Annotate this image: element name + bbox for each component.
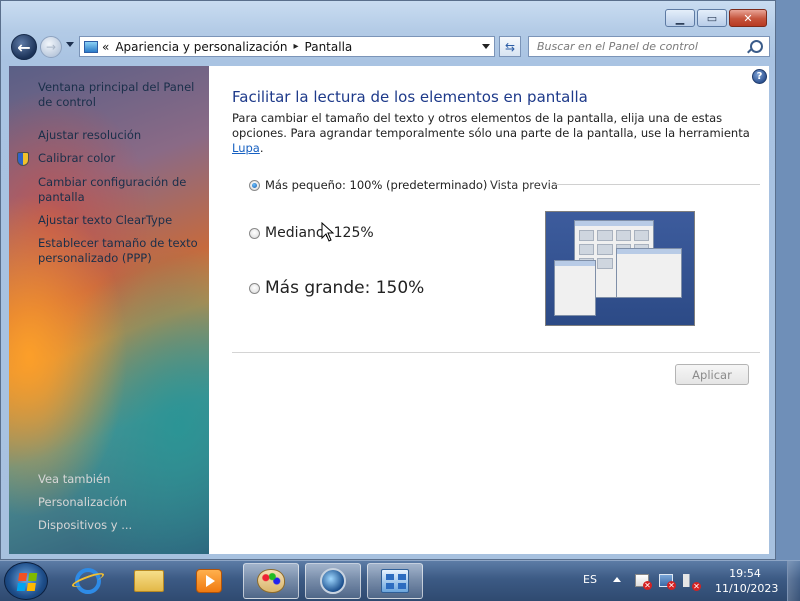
navigation-bar: ← → « Apariencia y personalización ▸ Pan… xyxy=(9,33,770,61)
search-placeholder: Buscar en el Panel de control xyxy=(537,40,698,53)
radio-medium[interactable] xyxy=(249,227,260,239)
breadcrumb-overflow[interactable]: « xyxy=(102,40,109,54)
radio-large[interactable] xyxy=(249,282,260,294)
address-bar[interactable]: « Apariencia y personalización ▸ Pantall… xyxy=(79,36,495,57)
option-large-label[interactable]: Más grande: 150% xyxy=(265,278,424,298)
caption-buttons: ▁ ▭ ✕ xyxy=(665,9,767,27)
maximize-button[interactable]: ▭ xyxy=(697,9,727,27)
breadcrumb-item-apariencia[interactable]: Apariencia y personalización xyxy=(115,40,287,54)
content-area: Ventana principal del Panel de control A… xyxy=(9,66,769,554)
description-end: . xyxy=(259,141,264,155)
language-indicator[interactable]: ES xyxy=(583,573,597,586)
recent-pages-dropdown-icon[interactable] xyxy=(66,42,74,47)
sidebar-link-cleartype[interactable]: Ajustar texto ClearType xyxy=(38,213,198,228)
taskbar-explorer[interactable] xyxy=(121,563,177,599)
lupa-link[interactable]: Lupa xyxy=(232,141,260,155)
sidebar-link-calibrar-color[interactable]: Calibrar color xyxy=(38,151,198,166)
forward-arrow-icon: → xyxy=(45,40,57,54)
preview-label: Vista previa xyxy=(490,178,558,192)
breadcrumb: « Apariencia y personalización ▸ Pantall… xyxy=(102,40,352,54)
internet-explorer-icon xyxy=(75,568,101,594)
help-icon[interactable]: ? xyxy=(752,69,767,84)
sidebar-link-dispositivos[interactable]: Dispositivos y ... xyxy=(38,518,198,533)
sidebar: Ventana principal del Panel de control A… xyxy=(9,66,209,554)
radio-small[interactable] xyxy=(249,179,260,191)
preview-window-left xyxy=(554,260,596,316)
main-panel: ? Facilitar la lectura de los elementos … xyxy=(209,66,769,554)
close-icon: ✕ xyxy=(743,11,753,25)
control-panel-icon xyxy=(381,569,409,593)
minimize-icon: ▁ xyxy=(675,11,685,25)
breadcrumb-separator-icon[interactable]: ▸ xyxy=(293,41,298,52)
apply-button[interactable]: Aplicar xyxy=(675,364,749,385)
taskbar-system-restore[interactable] xyxy=(305,563,361,599)
see-also-heading: Vea también xyxy=(38,472,111,486)
forward-button[interactable]: → xyxy=(40,36,62,58)
sidebar-link-personalizacion[interactable]: Personalización xyxy=(38,495,198,510)
shield-icon xyxy=(17,152,29,166)
search-icon[interactable] xyxy=(750,40,763,53)
control-panel-window: ▁ ▭ ✕ ← → « Apariencia y personalización… xyxy=(0,0,776,560)
show-desktop-button[interactable] xyxy=(787,561,800,601)
sidebar-link-ppp[interactable]: Establecer tamaño de texto personalizado… xyxy=(38,236,198,266)
start-button[interactable] xyxy=(4,562,48,600)
media-player-icon xyxy=(196,569,222,593)
close-button[interactable]: ✕ xyxy=(729,9,767,27)
sidebar-link-ajustar-resolucion[interactable]: Ajustar resolución xyxy=(38,128,198,143)
search-box[interactable]: Buscar en el Panel de control xyxy=(528,36,770,57)
breadcrumb-item-pantalla[interactable]: Pantalla xyxy=(305,40,353,54)
preview-image xyxy=(545,211,695,326)
paint-palette-icon xyxy=(257,569,285,593)
show-hidden-icons-icon[interactable] xyxy=(613,577,621,582)
refresh-icon: ⇆ xyxy=(504,39,516,54)
preview-window-front xyxy=(616,248,682,298)
control-panel-icon xyxy=(84,40,98,53)
maximize-icon: ▭ xyxy=(706,11,718,25)
taskbar-internet-explorer[interactable] xyxy=(60,563,116,599)
system-restore-icon xyxy=(320,568,346,594)
taskbar: ES 19:54 11/10/2023 xyxy=(0,560,800,601)
option-small[interactable]: Más pequeño: 100% (predeterminado) xyxy=(249,178,487,192)
folder-icon xyxy=(134,570,164,592)
option-medium-label[interactable]: Mediano: 125% xyxy=(265,225,374,241)
taskbar-media-player[interactable] xyxy=(181,563,237,599)
refresh-button[interactable]: ⇆ xyxy=(499,36,521,57)
clock-time: 19:54 xyxy=(729,567,761,580)
option-small-label[interactable]: Más pequeño: 100% (predeterminado) xyxy=(265,178,487,192)
action-center-flag-icon[interactable] xyxy=(635,574,652,590)
option-large[interactable]: Más grande: 150% xyxy=(249,278,424,298)
sidebar-home-link[interactable]: Ventana principal del Panel de control xyxy=(38,80,198,110)
windows-logo-icon xyxy=(16,573,38,591)
taskbar-paint[interactable] xyxy=(243,563,299,599)
volume-muted-icon[interactable] xyxy=(683,574,701,591)
preview-divider xyxy=(554,184,760,185)
option-medium[interactable]: Mediano: 125% xyxy=(249,225,374,241)
page-title: Facilitar la lectura de los elementos en… xyxy=(232,88,588,106)
minimize-button[interactable]: ▁ xyxy=(665,9,695,27)
network-disconnected-icon[interactable] xyxy=(659,574,676,590)
mouse-cursor-icon xyxy=(321,222,335,242)
taskbar-control-panel[interactable] xyxy=(367,563,423,599)
back-arrow-icon: ← xyxy=(17,37,31,57)
clock[interactable]: 19:54 11/10/2023 xyxy=(715,566,779,596)
back-button[interactable]: ← xyxy=(11,34,37,60)
address-dropdown-icon[interactable] xyxy=(482,44,490,49)
description-text: Para cambiar el tamaño del texto y otros… xyxy=(232,111,750,140)
section-divider xyxy=(232,352,760,353)
sidebar-link-cambiar-configuracion[interactable]: Cambiar configuración de pantalla xyxy=(38,175,198,205)
page-description: Para cambiar el tamaño del texto y otros… xyxy=(232,111,762,156)
clock-date: 11/10/2023 xyxy=(715,582,779,595)
